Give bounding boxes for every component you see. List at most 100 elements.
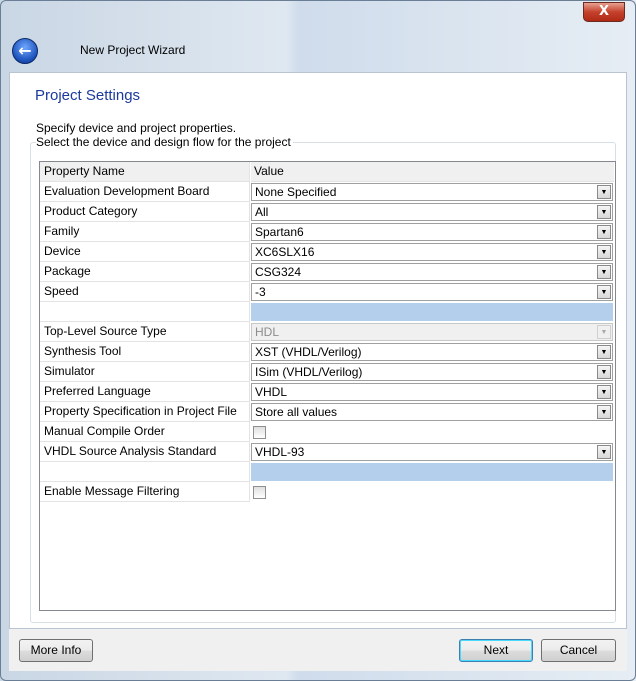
value-dropdown[interactable]: VHDL-93 ▼ bbox=[251, 443, 613, 461]
page-description: Specify device and project properties. Se… bbox=[36, 121, 293, 149]
table-row: Evaluation Development Board None Specifi… bbox=[40, 182, 615, 202]
header-property-name: Property Name bbox=[40, 162, 250, 182]
property-name: Preferred Language bbox=[40, 382, 250, 402]
property-value: XC6SLX16 ▼ bbox=[251, 242, 614, 262]
property-value: -3 ▼ bbox=[251, 282, 614, 302]
chevron-down-icon[interactable]: ▼ bbox=[597, 385, 611, 399]
chevron-down-icon[interactable]: ▼ bbox=[597, 185, 611, 199]
chevron-down-icon[interactable]: ▼ bbox=[597, 285, 611, 299]
table-row: Preferred Language VHDL ▼ bbox=[40, 382, 615, 402]
property-value bbox=[251, 302, 614, 322]
table-row: Product Category All ▼ bbox=[40, 202, 615, 222]
value-dropdown[interactable]: ISim (VHDL/Verilog) ▼ bbox=[251, 363, 613, 381]
value-dropdown[interactable]: Spartan6 ▼ bbox=[251, 223, 613, 241]
value-dropdown: HDL ▼ bbox=[251, 323, 613, 341]
chevron-down-icon[interactable]: ▼ bbox=[597, 345, 611, 359]
property-value: Spartan6 ▼ bbox=[251, 222, 614, 242]
table-row: Simulator ISim (VHDL/Verilog) ▼ bbox=[40, 362, 615, 382]
table-row: Manual Compile Order bbox=[40, 422, 615, 442]
value-dropdown[interactable]: VHDL ▼ bbox=[251, 383, 613, 401]
button-bar: More Info Next Cancel bbox=[9, 629, 627, 671]
value-checkbox[interactable] bbox=[253, 426, 266, 439]
dropdown-value: VHDL bbox=[255, 385, 288, 399]
property-name: Enable Message Filtering bbox=[40, 482, 250, 502]
dropdown-value: None Specified bbox=[255, 185, 337, 199]
cancel-button[interactable]: Cancel bbox=[541, 639, 616, 662]
property-value: HDL ▼ bbox=[251, 322, 614, 342]
value-checkbox[interactable] bbox=[253, 486, 266, 499]
property-value: CSG324 ▼ bbox=[251, 262, 614, 282]
property-value: VHDL ▼ bbox=[251, 382, 614, 402]
value-dropdown[interactable]: All ▼ bbox=[251, 203, 613, 221]
chevron-down-icon[interactable]: ▼ bbox=[597, 205, 611, 219]
table-row: Enable Message Filtering bbox=[40, 482, 615, 502]
property-value: ISim (VHDL/Verilog) ▼ bbox=[251, 362, 614, 382]
property-name: Top-Level Source Type bbox=[40, 322, 250, 342]
dropdown-value: Store all values bbox=[255, 405, 338, 419]
property-value: All ▼ bbox=[251, 202, 614, 222]
value-dropdown[interactable]: None Specified ▼ bbox=[251, 183, 613, 201]
property-name: Simulator bbox=[40, 362, 250, 382]
property-name: Device bbox=[40, 242, 250, 262]
table-header: Property Name Value bbox=[40, 162, 615, 182]
dropdown-value: XST (VHDL/Verilog) bbox=[255, 345, 362, 359]
table-row: Speed -3 ▼ bbox=[40, 282, 615, 302]
dropdown-value: -3 bbox=[255, 285, 266, 299]
wizard-panel: Project Settings Specify device and proj… bbox=[9, 72, 627, 629]
dropdown-value: HDL bbox=[255, 325, 280, 339]
next-button[interactable]: Next bbox=[459, 639, 533, 662]
section-separator bbox=[251, 463, 613, 481]
chevron-down-icon[interactable]: ▼ bbox=[597, 225, 611, 239]
window-title: New Project Wizard bbox=[80, 43, 186, 57]
property-value: XST (VHDL/Verilog) ▼ bbox=[251, 342, 614, 362]
value-dropdown[interactable]: -3 ▼ bbox=[251, 283, 613, 301]
value-dropdown[interactable]: XST (VHDL/Verilog) ▼ bbox=[251, 343, 613, 361]
chevron-down-icon[interactable]: ▼ bbox=[597, 365, 611, 379]
property-name: Evaluation Development Board bbox=[40, 182, 250, 202]
header-value: Value bbox=[251, 162, 614, 182]
property-value: None Specified ▼ bbox=[251, 182, 614, 202]
chevron-down-icon[interactable]: ▼ bbox=[597, 245, 611, 259]
dropdown-value: CSG324 bbox=[255, 265, 302, 279]
table-row: Property Specification in Project File St… bbox=[40, 402, 615, 422]
property-name: Synthesis Tool bbox=[40, 342, 250, 362]
table-row: Package CSG324 ▼ bbox=[40, 262, 615, 282]
dropdown-value: VHDL-93 bbox=[255, 445, 305, 459]
property-name bbox=[40, 302, 250, 322]
chevron-down-icon[interactable]: ▼ bbox=[597, 265, 611, 279]
property-name bbox=[40, 462, 250, 482]
group-label: Select the device and design flow for th… bbox=[36, 135, 293, 149]
property-name: Family bbox=[40, 222, 250, 242]
value-dropdown[interactable]: XC6SLX16 ▼ bbox=[251, 243, 613, 261]
table-row: Synthesis Tool XST (VHDL/Verilog) ▼ bbox=[40, 342, 615, 362]
table-row bbox=[40, 302, 615, 322]
dropdown-value: XC6SLX16 bbox=[255, 245, 315, 259]
property-table: Property Name Value Evaluation Developme… bbox=[39, 161, 616, 611]
property-name: VHDL Source Analysis Standard bbox=[40, 442, 250, 462]
more-info-button[interactable]: More Info bbox=[19, 639, 93, 662]
property-value bbox=[251, 462, 614, 482]
close-button[interactable]: X bbox=[583, 2, 625, 22]
section-separator bbox=[251, 303, 613, 321]
dropdown-value: Spartan6 bbox=[255, 225, 304, 239]
page-title: Project Settings bbox=[35, 87, 141, 104]
property-name: Speed bbox=[40, 282, 250, 302]
property-name: Package bbox=[40, 262, 250, 282]
chevron-down-icon[interactable]: ▼ bbox=[597, 445, 611, 459]
chevron-down-icon[interactable]: ▼ bbox=[597, 405, 611, 419]
property-value bbox=[251, 482, 614, 502]
property-name: Property Specification in Project File bbox=[40, 402, 250, 422]
dropdown-value: All bbox=[255, 205, 269, 219]
property-value: Store all values ▼ bbox=[251, 402, 614, 422]
property-name: Product Category bbox=[40, 202, 250, 222]
value-dropdown[interactable]: CSG324 ▼ bbox=[251, 263, 613, 281]
back-button[interactable]: ← bbox=[12, 38, 38, 64]
description-text: Specify device and project properties. bbox=[36, 121, 237, 135]
table-row: Top-Level Source Type HDL ▼ bbox=[40, 322, 615, 342]
table-row: Family Spartan6 ▼ bbox=[40, 222, 615, 242]
back-arrow-icon: ← bbox=[18, 41, 32, 60]
property-value: VHDL-93 ▼ bbox=[251, 442, 614, 462]
property-value bbox=[251, 422, 614, 442]
chevron-down-icon: ▼ bbox=[597, 325, 611, 339]
value-dropdown[interactable]: Store all values ▼ bbox=[251, 403, 613, 421]
